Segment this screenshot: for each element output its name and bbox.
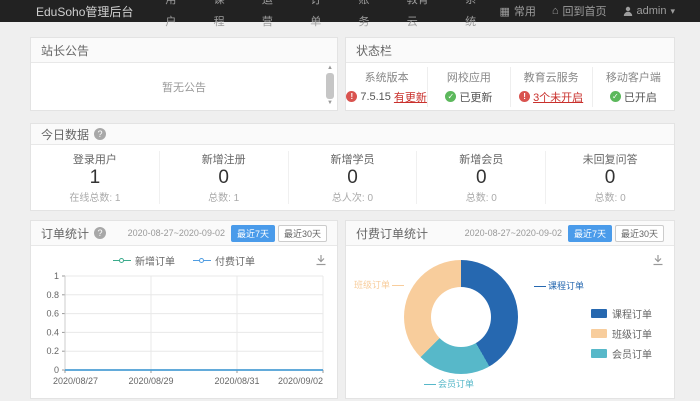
svg-text:0.4: 0.4 bbox=[46, 327, 59, 337]
line-marker-icon bbox=[193, 258, 211, 263]
today-data-title: 今日数据 bbox=[41, 126, 89, 143]
stat-new-members: 新增会员 0 总数: 0 bbox=[417, 151, 546, 204]
nav-item-finance[interactable]: 账务 bbox=[344, 0, 392, 33]
status-item-mobile-client: 移动客户端 ✓ 已开启 bbox=[593, 67, 674, 107]
download-icon[interactable] bbox=[652, 254, 664, 266]
svg-text:0.2: 0.2 bbox=[46, 346, 59, 356]
svg-text:2020/08/27: 2020/08/27 bbox=[53, 376, 98, 386]
order-stats-title: 订单统计 bbox=[41, 225, 89, 242]
recent-7-days-button[interactable]: 最近7天 bbox=[231, 225, 275, 242]
legend-class-orders[interactable]: 班级订单 bbox=[591, 326, 652, 341]
nav-item-system[interactable]: 系统 bbox=[451, 0, 499, 33]
pie-label-class-orders: 班级订单 bbox=[354, 278, 406, 291]
svg-text:1: 1 bbox=[54, 271, 59, 281]
order-stats-panel: 订单统计 ? 2020-08-27~2020-09-02 最近7天 最近30天 … bbox=[30, 220, 338, 399]
recent-30-days-button[interactable]: 最近30天 bbox=[278, 225, 327, 242]
announcement-scrollbar[interactable]: ▲ ▼ bbox=[325, 65, 335, 108]
svg-text:2020/08/31: 2020/08/31 bbox=[214, 376, 259, 386]
help-icon[interactable]: ? bbox=[94, 128, 106, 140]
donut-chart bbox=[404, 260, 518, 374]
legend-new-orders[interactable]: 新增订单 bbox=[113, 253, 175, 268]
legend-swatch-icon bbox=[591, 309, 607, 318]
navbar-right: ▦ 常用 ⌂ 回到首页 admin ▾ bbox=[499, 3, 675, 19]
status-item-school-app: 网校应用 ✓ 已更新 bbox=[428, 67, 510, 107]
announcement-body: 暂无公告 ▲ ▼ bbox=[31, 63, 337, 110]
nav-item-courses[interactable]: 课程 bbox=[200, 0, 248, 33]
brand-title[interactable]: EduSoho管理后台 bbox=[36, 3, 133, 20]
svg-text:0.8: 0.8 bbox=[46, 290, 59, 300]
not-enabled-link[interactable]: 3个未开启 bbox=[533, 89, 583, 105]
error-icon: ! bbox=[346, 91, 357, 102]
legend-swatch-icon bbox=[591, 329, 607, 338]
donut-hole bbox=[431, 287, 491, 347]
announcement-empty-text: 暂无公告 bbox=[162, 79, 206, 95]
grid-icon: ▦ bbox=[499, 5, 509, 18]
svg-text:0.6: 0.6 bbox=[46, 309, 59, 319]
help-icon[interactable]: ? bbox=[94, 227, 106, 239]
common-shortcuts-button[interactable]: ▦ 常用 bbox=[499, 3, 535, 19]
pie-label-course-orders: 课程订单 bbox=[532, 279, 584, 292]
donut-chart-area: 课程订单 班级订单 会员订单 课程订单 班级订单 会员订单 bbox=[346, 246, 674, 398]
stat-new-registrations: 新增注册 0 总数: 1 bbox=[160, 151, 289, 204]
announcement-panel: 站长公告 暂无公告 ▲ ▼ bbox=[30, 37, 338, 111]
main-menu: 用户 课程 运营 订单 账务 教育云 系统 bbox=[151, 0, 499, 33]
home-icon: ⌂ bbox=[552, 5, 559, 17]
announcement-title: 站长公告 bbox=[31, 38, 337, 63]
stat-unanswered-questions: 未回复问答 0 总数: 0 bbox=[546, 151, 674, 204]
scroll-up-icon[interactable]: ▲ bbox=[327, 65, 333, 72]
recent-30-days-button[interactable]: 最近30天 bbox=[615, 225, 664, 242]
user-icon bbox=[623, 6, 633, 16]
check-icon: ✓ bbox=[610, 91, 621, 102]
legend-member-orders[interactable]: 会员订单 bbox=[591, 346, 652, 361]
paid-order-stats-panel: 付费订单统计 2020-08-27~2020-09-02 最近7天 最近30天 … bbox=[345, 220, 675, 399]
admin-user-dropdown[interactable]: admin ▾ bbox=[623, 5, 676, 17]
svg-text:2020/08/29: 2020/08/29 bbox=[128, 376, 173, 386]
scrollbar-thumb[interactable] bbox=[326, 73, 334, 99]
line-chart-legend: 新增订单 付费订单 bbox=[31, 246, 337, 268]
legend-paid-orders[interactable]: 付费订单 bbox=[193, 253, 255, 268]
donut-legend: 课程订单 班级订单 会员订单 bbox=[591, 306, 652, 366]
status-item-educloud-service: 教育云服务 ! 3个未开启 bbox=[511, 67, 593, 107]
svg-text:0: 0 bbox=[54, 365, 59, 375]
scroll-down-icon[interactable]: ▼ bbox=[327, 100, 333, 107]
nav-item-users[interactable]: 用户 bbox=[151, 0, 199, 33]
recent-7-days-button[interactable]: 最近7天 bbox=[568, 225, 612, 242]
line-marker-icon bbox=[113, 258, 131, 263]
main-content: 站长公告 暂无公告 ▲ ▼ 状态栏 系统版本 ! 7.5.15 有更新 bbox=[0, 22, 700, 399]
order-stats-date-range: 2020-08-27~2020-09-02 bbox=[128, 228, 225, 238]
today-data-panel: 今日数据 ? 登录用户 1 在线总数: 1 新增注册 0 总数: 1 新增学员 … bbox=[30, 123, 675, 211]
update-available-link[interactable]: 有更新 bbox=[394, 89, 427, 105]
status-bar-title: 状态栏 bbox=[346, 38, 674, 63]
paid-order-stats-date-range: 2020-08-27~2020-09-02 bbox=[465, 228, 562, 238]
back-to-home-link[interactable]: ⌂ 回到首页 bbox=[552, 3, 607, 19]
check-icon: ✓ bbox=[445, 91, 456, 102]
line-chart: 0 0.2 0.4 0.6 0.8 1 2020/08/27 2020/08/29 2020/0… bbox=[35, 268, 331, 396]
stat-login-users: 登录用户 1 在线总数: 1 bbox=[31, 151, 160, 204]
nav-item-orders[interactable]: 订单 bbox=[296, 0, 344, 33]
nav-item-educloud[interactable]: 教育云 bbox=[393, 0, 451, 33]
chevron-down-icon: ▾ bbox=[670, 6, 675, 17]
nav-item-operations[interactable]: 运营 bbox=[248, 0, 296, 33]
legend-course-orders[interactable]: 课程订单 bbox=[591, 306, 652, 321]
error-icon: ! bbox=[519, 91, 530, 102]
top-navbar: EduSoho管理后台 用户 课程 运营 订单 账务 教育云 系统 ▦ 常用 ⌂… bbox=[0, 0, 700, 22]
paid-order-stats-title: 付费订单统计 bbox=[356, 225, 428, 242]
download-icon[interactable] bbox=[315, 254, 327, 266]
svg-text:2020/09/02: 2020/09/02 bbox=[278, 376, 323, 386]
status-bar-panel: 状态栏 系统版本 ! 7.5.15 有更新 网校应用 ✓ 已更新 bbox=[345, 37, 675, 111]
line-chart-area: 新增订单 付费订单 0 0.2 0.4 0.6 0.8 1 2020/08/27 2020/0… bbox=[31, 246, 337, 398]
legend-swatch-icon bbox=[591, 349, 607, 358]
version-value: 7.5.15 bbox=[360, 91, 391, 103]
pie-label-member-orders: 会员订单 bbox=[422, 377, 474, 390]
stat-new-students: 新增学员 0 总人次: 0 bbox=[289, 151, 418, 204]
status-item-version: 系统版本 ! 7.5.15 有更新 bbox=[346, 67, 428, 107]
